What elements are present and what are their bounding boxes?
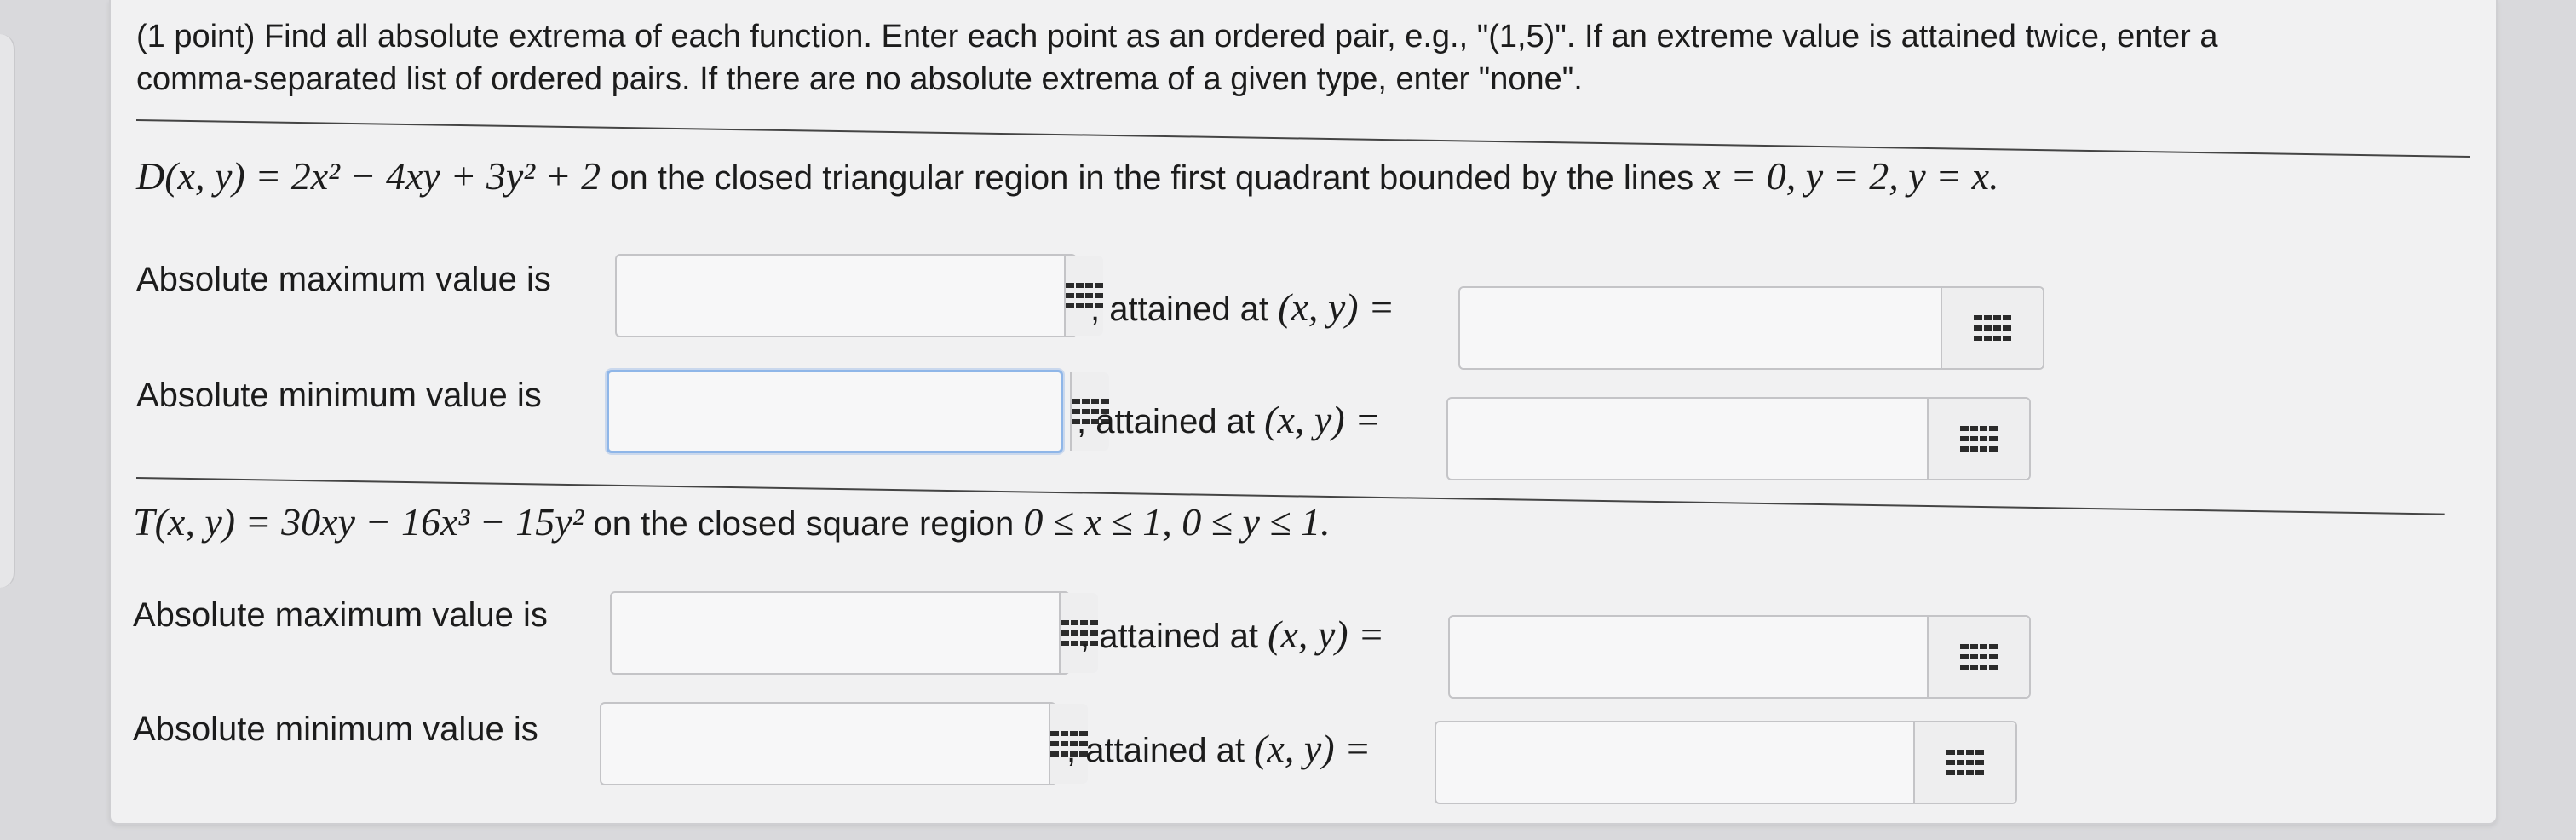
p1-abs-max-label: Absolute maximum value is bbox=[136, 261, 551, 298]
problem-1-description: on the closed triangular region in the f… bbox=[601, 159, 1704, 197]
p1-max-point-input[interactable] bbox=[1460, 288, 1941, 368]
problem-1-statement: D(x, y) = 2x² − 4xy + 3y² + 2 on the clo… bbox=[136, 153, 1999, 198]
p1-min-point-box bbox=[1446, 397, 2031, 480]
p2-min-attained-label: , attained at (x, y) = bbox=[1067, 726, 1371, 771]
grid-icon bbox=[1946, 750, 1984, 775]
p2-max-attained-label: , attained at (x, y) = bbox=[1080, 612, 1384, 657]
instructions-line-2: comma-separated list of ordered pairs. I… bbox=[136, 61, 1583, 97]
p2-abs-max-label: Absolute maximum value is bbox=[133, 596, 548, 634]
p1-min-value-input[interactable] bbox=[623, 372, 1070, 451]
attained-math: (x, y) = bbox=[1278, 285, 1395, 329]
p1-max-point-box bbox=[1458, 286, 2044, 370]
p1-min-point-grid-button[interactable] bbox=[1927, 399, 2029, 479]
p2-max-point-box bbox=[1448, 615, 2031, 699]
attained-math: (x, y) = bbox=[1264, 398, 1382, 441]
p1-max-point-grid-button[interactable] bbox=[1941, 288, 2043, 368]
grid-icon bbox=[1974, 315, 2011, 341]
problem-1-lines: x = 0, y = 2, y = x. bbox=[1703, 154, 1999, 198]
p1-min-value-box bbox=[607, 370, 1109, 453]
attained-prefix: , attained at bbox=[1090, 291, 1279, 328]
p1-abs-min-label: Absolute minimum value is bbox=[136, 377, 542, 414]
p2-max-value-box bbox=[610, 591, 1098, 675]
p2-min-value-input[interactable] bbox=[601, 704, 1049, 784]
p1-max-attained-label: , attained at (x, y) = bbox=[1090, 285, 1394, 330]
p2-abs-min-label: Absolute minimum value is bbox=[133, 711, 538, 748]
p2-max-point-grid-button[interactable] bbox=[1927, 617, 2029, 697]
p2-max-point-input[interactable] bbox=[1450, 617, 1927, 697]
problem-2-function: T(x, y) = 30xy − 16x³ − 15y² bbox=[133, 500, 584, 544]
problem-instructions: (1 point) Find all absolute extrema of e… bbox=[136, 15, 2470, 101]
screen-edge bbox=[0, 34, 15, 588]
p1-max-value-box bbox=[615, 254, 1103, 337]
p2-min-point-box bbox=[1435, 721, 2017, 804]
problem-2-region: 0 ≤ x ≤ 1, 0 ≤ y ≤ 1. bbox=[1023, 500, 1331, 544]
grid-icon bbox=[1960, 644, 1998, 670]
p2-max-value-input[interactable] bbox=[612, 593, 1059, 673]
attained-math: (x, y) = bbox=[1268, 613, 1385, 656]
p2-min-point-input[interactable] bbox=[1436, 722, 1913, 803]
p1-max-value-input[interactable] bbox=[617, 256, 1064, 336]
attained-math: (x, y) = bbox=[1254, 727, 1371, 770]
attained-prefix: , attained at bbox=[1077, 403, 1265, 440]
p2-min-value-box bbox=[600, 702, 1088, 785]
attained-prefix: , attained at bbox=[1080, 618, 1268, 655]
p1-min-point-input[interactable] bbox=[1448, 399, 1927, 479]
problem-2-statement: T(x, y) = 30xy − 16x³ − 15y² on the clos… bbox=[133, 499, 1331, 544]
instructions-line-1: (1 point) Find all absolute extrema of e… bbox=[136, 19, 2218, 55]
attained-prefix: , attained at bbox=[1067, 732, 1255, 769]
p2-min-point-grid-button[interactable] bbox=[1913, 722, 2015, 803]
grid-icon bbox=[1960, 426, 1998, 452]
problem-1-function: D(x, y) = 2x² − 4xy + 3y² + 2 bbox=[136, 154, 601, 198]
p1-min-attained-label: , attained at (x, y) = bbox=[1077, 397, 1381, 442]
problem-2-description: on the closed square region bbox=[584, 505, 1024, 543]
